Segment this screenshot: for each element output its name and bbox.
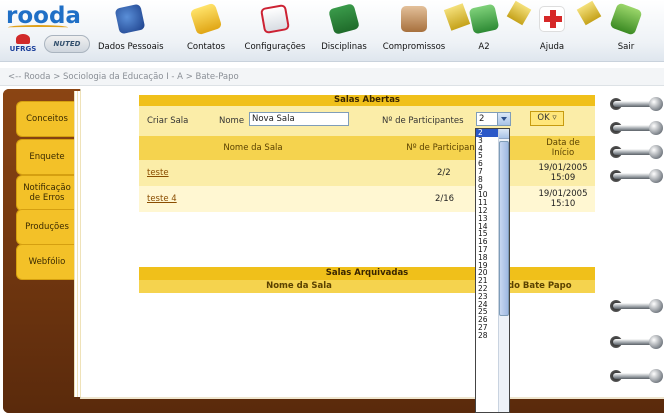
ufrgs-logo: UFRGS bbox=[4, 34, 42, 56]
top-navigation-bar: rooda UFRGS NUTED Dados Pessoais Contato… bbox=[0, 0, 664, 62]
first-aid-icon bbox=[539, 6, 565, 32]
salas-abertas-header-row: Nome da Sala Nº de Participantes Data de… bbox=[139, 136, 595, 160]
dropdown-options: 2 3 4 5 6 7 8 9 10 11 12 13 14 15 16 17 18 19 20 21 22 23 24 25… bbox=[476, 129, 499, 340]
binder-ring bbox=[610, 121, 663, 135]
sala-link-text[interactable]: teste bbox=[147, 168, 169, 178]
chevron-down-icon[interactable] bbox=[497, 113, 510, 125]
sala-link[interactable]: teste bbox=[147, 160, 169, 186]
ok-button-label: OK bbox=[537, 113, 550, 123]
dropdown-option[interactable]: 28 bbox=[476, 331, 499, 340]
data-inicio-time: 15:09 bbox=[550, 173, 576, 183]
column-header: Data de Início bbox=[546, 138, 580, 158]
tab-label: Conceitos bbox=[26, 114, 68, 124]
id-card-icon bbox=[114, 3, 146, 35]
participantes-cell: 2/16 bbox=[435, 194, 455, 204]
nome-label: Nome bbox=[219, 116, 245, 126]
exit-icon bbox=[609, 2, 643, 36]
nav-sair[interactable]: Sair bbox=[604, 2, 648, 60]
nav-dados-pessoais[interactable]: Dados Pessoais bbox=[98, 2, 164, 60]
binder-ring bbox=[610, 369, 663, 383]
column-header: Nome da Sala bbox=[266, 281, 332, 291]
participantes-label: Nº de Participantes bbox=[382, 116, 464, 126]
breadcrumb-bar: <-- Rooda > Sociologia da Educação I - A… bbox=[0, 68, 664, 86]
nav-label: Dados Pessoais bbox=[98, 42, 164, 52]
partial-icon bbox=[576, 0, 602, 26]
tab-notificacao-de-erros[interactable]: Notificação de Erros bbox=[16, 175, 77, 211]
nome-sala-input[interactable]: Nova Sala bbox=[249, 112, 349, 126]
nav-label: Disciplinas bbox=[321, 42, 367, 52]
binder-ring bbox=[610, 97, 663, 111]
participantes-cell: 2/2 bbox=[437, 168, 451, 178]
data-inicio-date: 19/01/2005 bbox=[538, 189, 588, 199]
salas-abertas-panel: Salas Abertas Criar Sala Nome Nova Sala … bbox=[139, 95, 595, 212]
chevron-down-icon: ▿ bbox=[552, 113, 557, 123]
books-icon bbox=[328, 3, 360, 35]
partial-icon bbox=[506, 0, 532, 26]
nav-compromissos[interactable]: Compromissos bbox=[383, 2, 445, 60]
nav-label: Contatos bbox=[186, 42, 226, 52]
tab-label: Produções bbox=[25, 222, 69, 232]
tab-label: Webfólio bbox=[28, 257, 66, 267]
tab-label: Notificação de Erros bbox=[23, 183, 71, 203]
binder-ring bbox=[610, 299, 663, 313]
ufrgs-logo-text: UFRGS bbox=[9, 45, 37, 53]
column-header: Nome da Sala bbox=[223, 143, 283, 153]
sala-link-text[interactable]: teste 4 bbox=[147, 194, 177, 204]
contacts-icon bbox=[189, 2, 223, 36]
tab-label: Enquete bbox=[29, 152, 65, 162]
salas-abertas-title: Salas Abertas bbox=[139, 95, 595, 106]
tab-conceitos[interactable]: Conceitos bbox=[16, 101, 77, 137]
logo-swoosh bbox=[8, 25, 68, 30]
a2-icon bbox=[468, 3, 500, 35]
calendar-icon bbox=[401, 6, 427, 32]
salas-arquivadas-panel: Salas Arquivadas Nome da Sala Data do Ba… bbox=[139, 267, 595, 293]
breadcrumb[interactable]: <-- Rooda > Sociologia da Educação I - A… bbox=[8, 72, 239, 82]
criar-sala-form: Criar Sala Nome Nova Sala Nº de Particip… bbox=[139, 106, 595, 136]
binder-ring bbox=[610, 145, 663, 159]
page-edge bbox=[74, 91, 82, 397]
nav-label: Sair bbox=[617, 42, 635, 52]
dropdown-scrollbar[interactable] bbox=[498, 129, 509, 412]
nav-disciplinas[interactable]: Disciplinas bbox=[321, 2, 367, 60]
binder-ring bbox=[610, 335, 663, 349]
tab-enquete[interactable]: Enquete bbox=[16, 139, 77, 175]
salas-arquivadas-header-row: Nome da Sala Data do Bate Papo bbox=[139, 280, 595, 293]
data-inicio-cell: 19/01/2005 15:10 bbox=[538, 186, 588, 212]
rooda-logo[interactable]: rooda bbox=[6, 3, 90, 29]
ufrgs-flame-icon bbox=[16, 34, 30, 44]
scroll-thumb[interactable] bbox=[499, 141, 509, 316]
nav-label: Compromissos bbox=[382, 42, 446, 52]
table-row: teste 4 2/16 19/01/2005 15:10 bbox=[139, 186, 595, 212]
binder-ring bbox=[610, 169, 663, 183]
nav-contatos[interactable]: Contatos bbox=[184, 2, 228, 60]
participantes-select[interactable]: 2 bbox=[476, 112, 511, 126]
nav-configuracoes[interactable]: Configurações bbox=[245, 2, 305, 60]
nav-label: Configurações bbox=[244, 42, 306, 52]
table-row: teste 2/2 19/01/2005 15:09 bbox=[139, 160, 595, 186]
salas-arquivadas-title: Salas Arquivadas bbox=[139, 267, 595, 280]
data-inicio-time: 15:10 bbox=[550, 199, 576, 209]
ok-button[interactable]: OK ▿ bbox=[530, 111, 564, 126]
nuted-logo-text: NUTED bbox=[53, 40, 81, 48]
nav-ajuda[interactable]: Ajuda bbox=[530, 2, 574, 60]
criar-sala-label: Criar Sala bbox=[147, 116, 189, 126]
data-inicio-date: 19/01/2005 bbox=[538, 163, 588, 173]
nav-a2[interactable]: A2 bbox=[462, 2, 506, 60]
sala-link[interactable]: teste 4 bbox=[147, 186, 177, 212]
nav-label: Ajuda bbox=[539, 42, 565, 52]
nuted-logo: NUTED bbox=[44, 35, 90, 53]
tab-producoes[interactable]: Produções bbox=[16, 209, 77, 245]
checklist-icon bbox=[259, 3, 291, 35]
nav-label: A2 bbox=[478, 42, 490, 52]
tab-webfolio[interactable]: Webfólio bbox=[16, 244, 77, 280]
data-inicio-cell: 19/01/2005 15:09 bbox=[538, 160, 588, 186]
participantes-dropdown-list[interactable]: 2 3 4 5 6 7 8 9 10 11 12 13 14 15 16 17 18 19 20 21 22 23 24 25… bbox=[475, 128, 510, 413]
participantes-value: 2 bbox=[479, 114, 485, 124]
scroll-up-icon[interactable] bbox=[499, 129, 509, 139]
